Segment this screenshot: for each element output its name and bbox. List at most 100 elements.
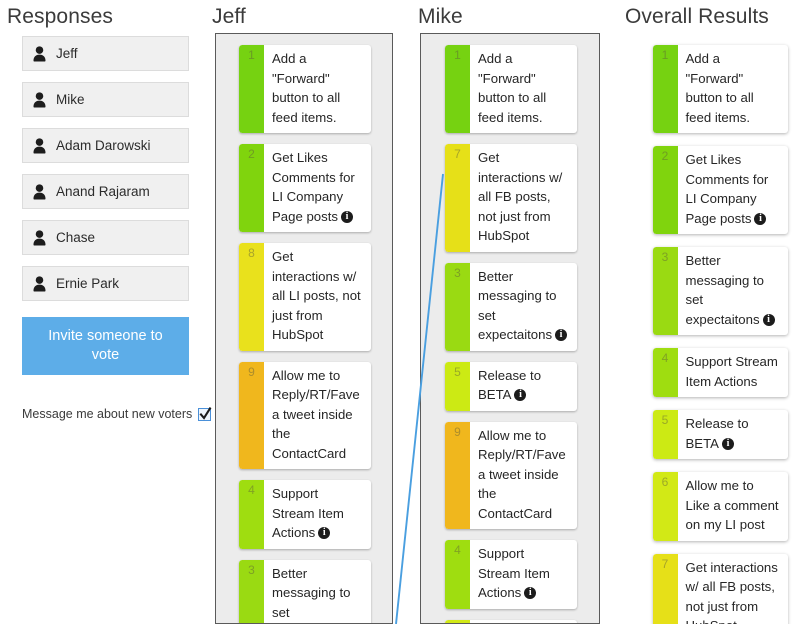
idea-card-label: Support Stream Item Actions [478, 546, 550, 600]
rank-color-bar: 9 [239, 361, 264, 469]
idea-card-label: Better messaging to set expectaitons [272, 565, 351, 620]
idea-card-label: Release to BETA [685, 416, 749, 451]
rank-color-bar: 3 [652, 247, 678, 335]
info-icon[interactable] [555, 328, 568, 341]
ballot-container-jeff: 1 Add a "Forward" button to all feed item… [215, 33, 393, 624]
ballot-container-mike: 1 Add a "Forward" button to all feed item… [420, 33, 600, 624]
idea-card[interactable]: 9 Allow me to Reply/RT/Fave a tweet insid… [445, 421, 577, 529]
idea-card-label: Get interactions w/ all FB posts, not ju… [685, 559, 778, 624]
idea-card[interactable]: 7 Get interactions w/ all FB posts, not j… [652, 553, 788, 624]
rank-number: 1 [661, 48, 669, 62]
idea-card-text: Allow me to Like a comment on my LI post [470, 620, 577, 624]
rank-color-bar: 8 [239, 243, 264, 351]
rank-color-bar: 2 [652, 146, 678, 234]
person-icon [33, 91, 46, 107]
rank-color-bar: 6 [652, 472, 678, 541]
rank-number: 8 [248, 246, 255, 260]
invite-someone-to-vote-button[interactable]: Invite someone to vote [22, 317, 189, 375]
info-icon[interactable] [762, 313, 775, 326]
idea-card-text: Get Likes Comments for LI Company Page p… [678, 146, 788, 234]
idea-card[interactable]: 3 Better messaging to set expectaitons [445, 262, 577, 351]
idea-card-text: Release to BETA [678, 410, 788, 459]
idea-card-text: Allow me to Like a comment on my LI post [678, 472, 788, 541]
column-title-jeff: Jeff [212, 5, 246, 28]
person-icon [33, 137, 46, 153]
idea-card[interactable]: 1 Add a "Forward" button to all feed item… [445, 45, 577, 133]
rank-color-bar: 2 [239, 144, 264, 232]
idea-card[interactable]: 4 Support Stream Item Actions [239, 480, 371, 549]
idea-card-text: Add a "Forward" button to all feed items… [264, 45, 371, 133]
idea-card-text: Better messaging to set expectaitons [678, 247, 788, 335]
idea-card-text: Get interactions w/ all LI posts, not ju… [264, 243, 371, 351]
rank-color-bar: 1 [445, 45, 470, 133]
info-icon[interactable] [754, 212, 767, 225]
idea-card[interactable]: 2 Get Likes Comments for LI Company Page … [239, 144, 371, 232]
idea-card-text: Get interactions w/ all FB posts, not ju… [678, 554, 788, 624]
voter-name: Anand Rajaram [56, 184, 150, 199]
idea-card[interactable]: 6Allow me to Like a comment on my LI pos… [652, 472, 788, 541]
voter-row[interactable]: Adam Darowski [22, 128, 189, 163]
overall-results-list: 1 Add a "Forward" button to all feed item… [645, 45, 795, 624]
rank-number: 9 [454, 424, 461, 439]
idea-card[interactable]: 4 Support Stream Item Actions [652, 348, 788, 397]
idea-card-label: Allow me to Reply/RT/Fave a tweet inside… [272, 367, 360, 461]
idea-card[interactable]: 3 Better messaging to set expectaitons [239, 559, 371, 623]
info-icon[interactable] [721, 437, 734, 450]
rank-color-bar: 7 [445, 144, 470, 252]
rank-color-bar: 4 [239, 480, 264, 549]
responses-sidebar: Responses Jeff Mike Adam Darowski Anand Raj… [0, 0, 212, 624]
voter-row[interactable]: Ernie Park [22, 266, 189, 301]
idea-card-text: Release to BETA [470, 362, 577, 411]
idea-card[interactable]: 9 Allow me to Reply/RT/Fave a tweet insid… [239, 361, 371, 469]
idea-card[interactable]: 1 Add a "Forward" button to all feed item… [652, 45, 788, 133]
rank-number: 3 [454, 265, 461, 280]
info-icon[interactable] [340, 210, 353, 223]
idea-card[interactable]: 8 Get interactions w/ all LI posts, not j… [239, 243, 371, 351]
person-icon [33, 229, 46, 245]
rank-color-bar: 4 [652, 348, 678, 397]
info-icon[interactable] [514, 388, 527, 401]
rank-number: 4 [454, 543, 461, 557]
idea-card-label: Better messaging to set expectaitons [478, 268, 557, 343]
voter-row[interactable]: Anand Rajaram [22, 174, 189, 209]
idea-card-text: Support Stream Item Actions [470, 540, 577, 609]
rank-color-bar: 9 [445, 421, 470, 529]
rank-color-bar: 4 [445, 540, 470, 609]
rank-number: 7 [661, 556, 669, 571]
idea-card[interactable]: 6Allow me to Like a comment on my LI pos… [445, 619, 577, 624]
idea-card-text: Get Likes Comments for LI Company Page p… [264, 144, 371, 232]
rank-number: 4 [661, 351, 669, 365]
responses-title: Responses [7, 5, 113, 28]
voter-name: Ernie Park [56, 276, 120, 291]
voter-name: Mike [56, 92, 85, 107]
idea-card-label: Get interactions w/ all FB posts, not ju… [478, 150, 563, 243]
voter-row[interactable]: Chase [22, 220, 189, 255]
info-icon[interactable] [318, 526, 331, 539]
rank-color-bar: 1 [652, 45, 678, 133]
voter-name: Chase [56, 230, 96, 245]
idea-card[interactable]: 4 Support Stream Item Actions [445, 540, 577, 609]
info-icon[interactable] [524, 586, 537, 599]
person-icon [33, 45, 46, 61]
message-toggle-label: Message me about new voters [22, 407, 193, 421]
idea-card-label: Release to BETA [478, 367, 542, 403]
idea-card[interactable]: 1 Add a "Forward" button to all feed item… [239, 45, 371, 133]
column-title-mike: Mike [418, 5, 463, 28]
idea-card[interactable]: 2 Get Likes Comments for LI Company Page … [652, 146, 788, 234]
rank-number: 2 [248, 147, 255, 161]
idea-card-label: Better messaging to set expectaitons [685, 253, 764, 327]
rank-color-bar: 3 [445, 262, 470, 351]
idea-card-text: Support Stream Item Actions [678, 348, 788, 397]
rank-color-bar: 3 [239, 559, 264, 623]
message-me-about-new-voters-toggle[interactable]: Message me about new voters [22, 406, 212, 421]
idea-card-label: Add a "Forward" button to all feed items… [272, 51, 341, 125]
message-toggle-checkbox[interactable] [198, 406, 212, 421]
idea-card-label: Add a "Forward" button to all feed items… [478, 51, 547, 125]
voter-row[interactable]: Mike [22, 82, 189, 117]
idea-card[interactable]: 7 Get interactions w/ all FB posts, not j… [445, 144, 577, 252]
idea-card[interactable]: 3 Better messaging to set expectaitons [652, 247, 788, 335]
idea-card[interactable]: 5 Release to BETA [652, 410, 788, 459]
rank-number: 5 [661, 413, 669, 427]
idea-card[interactable]: 5 Release to BETA [445, 361, 577, 411]
voter-row[interactable]: Jeff [22, 36, 189, 71]
